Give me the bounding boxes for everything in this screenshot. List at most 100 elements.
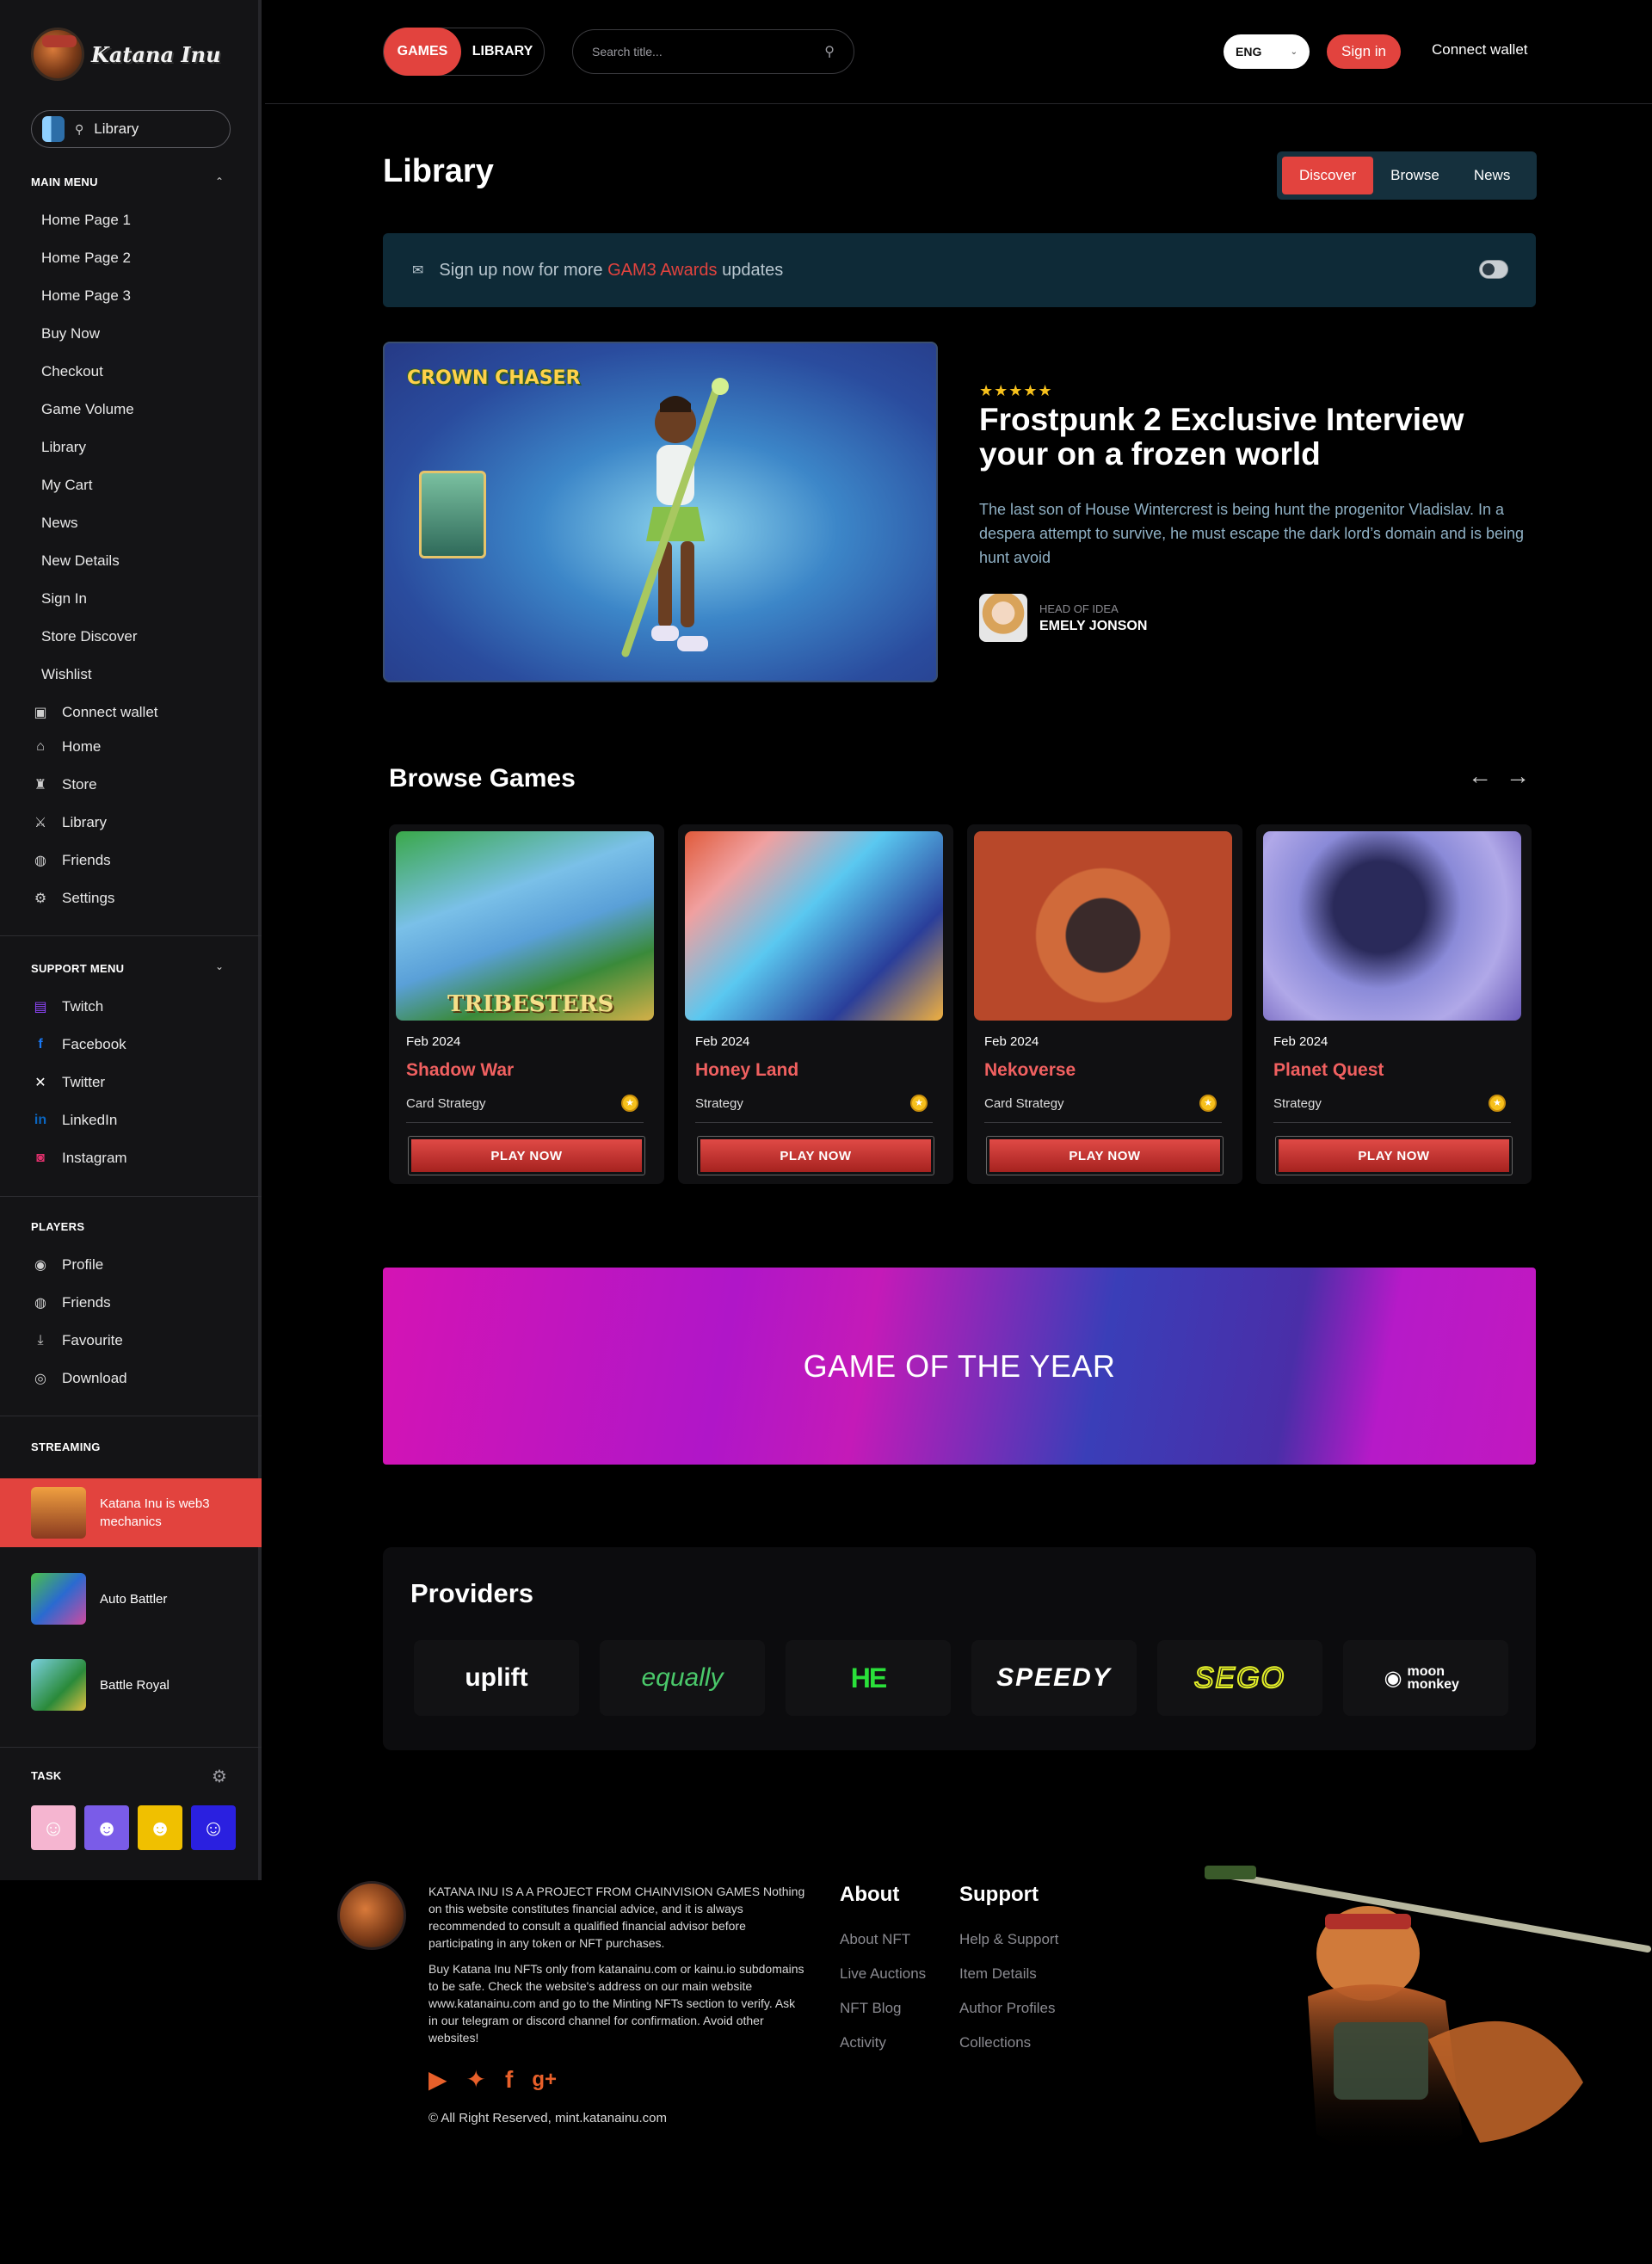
footer-link-about-nft[interactable]: About NFT bbox=[840, 1931, 910, 1948]
sidebar-item-download[interactable]: ◎ Download bbox=[31, 1370, 127, 1387]
brand-logo[interactable]: Katana Inu bbox=[31, 28, 221, 81]
sidebar-item-favourite[interactable]: ⤓ Favourite bbox=[31, 1332, 122, 1349]
provider-logo[interactable]: uplift bbox=[414, 1640, 579, 1716]
stream-item-auto-battler[interactable]: Auto Battler bbox=[0, 1564, 262, 1633]
task-avatar[interactable]: ☻ bbox=[84, 1805, 129, 1850]
support-menu-title: SUPPORT MENU bbox=[31, 962, 125, 975]
footer-link-item-details[interactable]: Item Details bbox=[959, 1965, 1037, 1983]
play-now-button[interactable]: PLAY NOW bbox=[1275, 1136, 1513, 1175]
arrow-right-icon[interactable]: → bbox=[1506, 762, 1530, 790]
footer-link-activity[interactable]: Activity bbox=[840, 2034, 886, 2051]
provider-name: SPEEDY bbox=[996, 1663, 1112, 1692]
sidebar-item-library[interactable]: ⚔ Library bbox=[31, 814, 107, 831]
twitter-icon[interactable]: ✦ bbox=[466, 2065, 486, 2094]
facebook-icon[interactable]: f bbox=[505, 2066, 513, 2094]
banner-highlight[interactable]: GAM3 Awards bbox=[607, 261, 717, 280]
provider-name: equally bbox=[641, 1663, 724, 1692]
footer-link-live-auctions[interactable]: Live Auctions bbox=[840, 1965, 926, 1983]
footer-link-author-profiles[interactable]: Author Profiles bbox=[959, 2000, 1056, 2017]
connect-wallet-link[interactable]: Connect wallet bbox=[1432, 41, 1528, 59]
chevron-up-icon[interactable]: ⌃ bbox=[215, 176, 224, 188]
stream-thumbnail bbox=[31, 1487, 86, 1539]
language-select[interactable]: ENG ⌄ bbox=[1224, 34, 1310, 69]
sidebar-item-profile[interactable]: ◉ Profile bbox=[31, 1256, 103, 1274]
provider-logo[interactable]: equally bbox=[600, 1640, 765, 1716]
game-of-the-year-banner[interactable]: GAME OF THE YEAR bbox=[383, 1268, 1536, 1465]
sidebar-item-settings[interactable]: ⚙ Settings bbox=[31, 890, 115, 907]
stream-item-battle-royal[interactable]: Battle Royal bbox=[0, 1650, 262, 1719]
feature-author[interactable]: HEAD OF IDEA EMELY JONSON bbox=[979, 594, 1147, 642]
play-now-button[interactable]: PLAY NOW bbox=[408, 1136, 645, 1175]
game-card[interactable]: Feb 2024 Honey Land Strategy ★ PLAY NOW bbox=[678, 824, 953, 1184]
footer-link-help-support[interactable]: Help & Support bbox=[959, 1931, 1058, 1948]
sidebar-item-friends[interactable]: ◍ Friends bbox=[31, 852, 111, 869]
sidebar-item-facebook[interactable]: f Facebook bbox=[31, 1036, 126, 1053]
sign-in-button[interactable]: Sign in bbox=[1327, 34, 1401, 69]
signup-toggle[interactable] bbox=[1479, 260, 1508, 279]
game-name[interactable]: Planet Quest bbox=[1273, 1060, 1384, 1081]
coin-icon: ★ bbox=[910, 1095, 928, 1112]
tab-browse[interactable]: Browse bbox=[1373, 157, 1457, 194]
menu-item-game-volume[interactable]: Game Volume bbox=[41, 401, 134, 418]
sidebar-item-connect-wallet[interactable]: ▣ Connect wallet bbox=[31, 704, 157, 721]
game-name[interactable]: Shadow War bbox=[406, 1060, 514, 1081]
menu-item-my-cart[interactable]: My Cart bbox=[41, 477, 93, 494]
footer-link-nft-blog[interactable]: NFT Blog bbox=[840, 2000, 902, 2017]
tab-games[interactable]: GAMES bbox=[384, 28, 461, 76]
feature-image[interactable]: CROWN CHASER bbox=[383, 342, 938, 682]
tab-news[interactable]: News bbox=[1457, 157, 1528, 194]
friends-icon: ◍ bbox=[34, 854, 46, 868]
play-now-button[interactable]: PLAY NOW bbox=[697, 1136, 934, 1175]
menu-item-news[interactable]: News bbox=[41, 515, 78, 532]
sidebar-item-home[interactable]: ⌂ Home bbox=[31, 738, 101, 756]
arrow-left-icon[interactable]: ← bbox=[1468, 762, 1492, 790]
sidebar-item-store[interactable]: ♜ Store bbox=[31, 776, 97, 793]
footer-logo[interactable] bbox=[337, 1881, 406, 1950]
menu-item-store-discover[interactable]: Store Discover bbox=[41, 628, 137, 645]
search-input[interactable]: Search title... ⚲ bbox=[572, 29, 854, 74]
game-name[interactable]: Honey Land bbox=[695, 1060, 798, 1081]
menu-item-buy-now[interactable]: Buy Now bbox=[41, 325, 100, 342]
youtube-icon[interactable]: ▶ bbox=[428, 2065, 447, 2094]
social-links: ▶ ✦ f g+ bbox=[428, 2065, 557, 2094]
play-now-button[interactable]: PLAY NOW bbox=[986, 1136, 1224, 1175]
menu-item-wishlist[interactable]: Wishlist bbox=[41, 666, 92, 683]
footer-link-collections[interactable]: Collections bbox=[959, 2034, 1031, 2051]
menu-item-home-page-1[interactable]: Home Page 1 bbox=[41, 212, 131, 229]
menu-item-home-page-3[interactable]: Home Page 3 bbox=[41, 287, 131, 305]
stream-item-katana-inu[interactable]: Katana Inu is web3 mechanics bbox=[0, 1478, 262, 1547]
menu-item-home-page-2[interactable]: Home Page 2 bbox=[41, 250, 131, 267]
task-avatar[interactable]: ☻ bbox=[138, 1805, 182, 1850]
google-plus-icon[interactable]: g+ bbox=[532, 2068, 557, 2092]
sidebar-item-instagram[interactable]: ◙ Instagram bbox=[31, 1150, 126, 1167]
feature-title[interactable]: Frostpunk 2 Exclusive Interview your on … bbox=[979, 403, 1530, 472]
menu-item-library[interactable]: Library bbox=[41, 439, 86, 456]
sidebar-item-linkedin[interactable]: in LinkedIn bbox=[31, 1112, 117, 1129]
provider-logo[interactable]: ◉ moon monkey bbox=[1343, 1640, 1508, 1716]
menu-item-sign-in[interactable]: Sign In bbox=[41, 590, 87, 608]
search-icon[interactable]: ⚲ bbox=[824, 43, 835, 60]
sidebar-search[interactable]: ⚲ Library bbox=[31, 110, 231, 148]
streaming-title: STREAMING bbox=[31, 1440, 101, 1453]
sidebar-item-friends-2[interactable]: ◍ Friends bbox=[31, 1294, 111, 1311]
provider-logo[interactable]: SPEEDY bbox=[971, 1640, 1137, 1716]
game-name[interactable]: Nekoverse bbox=[984, 1060, 1076, 1081]
sidebar-item-twitch[interactable]: ▤ Twitch bbox=[31, 998, 103, 1015]
menu-item-new-details[interactable]: New Details bbox=[41, 552, 120, 570]
game-card[interactable]: Feb 2024 Planet Quest Strategy ★ PLAY NO… bbox=[1256, 824, 1532, 1184]
sidebar-item-label: Twitter bbox=[62, 1074, 106, 1090]
menu-item-checkout[interactable]: Checkout bbox=[41, 363, 103, 380]
chevron-down-icon[interactable]: ⌄ bbox=[215, 960, 224, 972]
gear-icon[interactable]: ⚙ bbox=[212, 1766, 227, 1787]
task-avatar[interactable]: ☺ bbox=[191, 1805, 236, 1850]
task-avatar[interactable]: ☺ bbox=[31, 1805, 76, 1850]
game-card[interactable]: TRIBESTERS Feb 2024 Shadow War Card Stra… bbox=[389, 824, 664, 1184]
providers-title: Providers bbox=[410, 1578, 534, 1608]
provider-logo[interactable]: HE bbox=[786, 1640, 951, 1716]
tab-library[interactable]: LIBRARY bbox=[461, 28, 544, 76]
provider-logo[interactable]: SEGO bbox=[1157, 1640, 1322, 1716]
crown-chaser-logo: CROWN CHASER bbox=[407, 367, 581, 389]
sidebar-item-twitter[interactable]: ✕ Twitter bbox=[31, 1074, 105, 1091]
tab-discover[interactable]: Discover bbox=[1282, 157, 1374, 194]
game-card[interactable]: Feb 2024 Nekoverse Card Strategy ★ PLAY … bbox=[967, 824, 1242, 1184]
